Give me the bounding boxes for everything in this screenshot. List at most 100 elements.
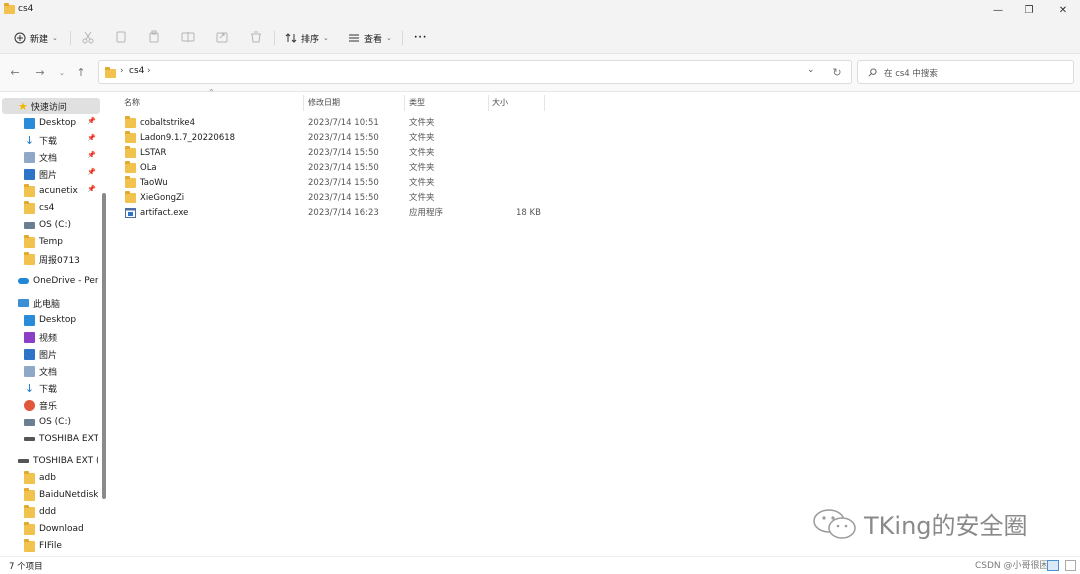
folder-icon [125, 191, 136, 203]
recent-chevron-icon[interactable]: ⌄ [55, 66, 69, 80]
table-row[interactable]: LSTAR 2023/7/14 15:50 文件夹 [122, 146, 552, 161]
details-view-icon[interactable] [1047, 560, 1059, 571]
table-row[interactable]: OLa 2023/7/14 15:50 文件夹 [122, 161, 552, 176]
sidebar-item-label: cs4 [39, 203, 55, 213]
sidebar-item-label: 文档 [39, 153, 58, 164]
sidebar-item-pc-downloads[interactable]: ↓ 下载 [0, 380, 98, 396]
sidebar-item-music[interactable]: 音乐 [0, 397, 98, 413]
address-dropdown-icon[interactable]: ⌄ [807, 65, 815, 75]
window-title: cs4 [18, 4, 34, 14]
forward-arrow-icon[interactable]: → [33, 66, 47, 80]
new-button[interactable]: 新建 ⌄ [14, 29, 58, 47]
view-button[interactable]: 查看 ⌄ [348, 29, 392, 47]
copy-icon[interactable] [113, 29, 129, 45]
sidebar-item-download[interactable]: Download [0, 521, 98, 537]
table-row[interactable]: cobaltstrike4 2023/7/14 10:51 文件夹 [122, 116, 552, 131]
minimize-button[interactable]: — [990, 4, 1006, 18]
sidebar-item-acunetix[interactable]: acunetix 📌 [0, 183, 98, 199]
file-modified: 2023/7/14 15:50 [308, 148, 379, 158]
breadcrumb-separator: › [120, 66, 124, 76]
close-button[interactable]: ✕ [1055, 4, 1071, 18]
sidebar-scrollbar[interactable] [102, 193, 106, 499]
maximize-button[interactable]: ❐ [1021, 4, 1037, 18]
table-row[interactable]: artifact.exe 2023/7/14 16:23 应用程序 18 KB [122, 206, 552, 221]
table-row[interactable]: TaoWu 2023/7/14 15:50 文件夹 [122, 176, 552, 191]
desktop-icon [24, 314, 35, 326]
back-arrow-icon[interactable]: ← [8, 66, 22, 80]
table-row[interactable]: Ladon9.1.7_20220618 2023/7/14 15:50 文件夹 [122, 131, 552, 146]
folder-icon [125, 176, 136, 188]
column-divider[interactable] [488, 95, 489, 111]
sidebar-item-pc-desktop[interactable]: Desktop [0, 312, 98, 328]
table-row[interactable]: XieGongZi 2023/7/14 15:50 文件夹 [122, 191, 552, 206]
sidebar-item-fifile[interactable]: FIFile [0, 538, 98, 554]
delete-icon[interactable] [248, 29, 264, 45]
address-row: ← → ⌄ ↑ › cs4 › ⌄ ↻ 在 cs4 中搜索 [0, 54, 1080, 92]
address-bar[interactable]: › cs4 › ⌄ [98, 60, 852, 84]
paste-icon[interactable] [146, 29, 162, 45]
sidebar-item-temp[interactable]: Temp [0, 234, 98, 250]
up-arrow-icon[interactable]: ↑ [74, 66, 88, 80]
sort-label: 排序 [301, 34, 320, 45]
cut-icon[interactable] [80, 29, 96, 45]
column-divider[interactable] [303, 95, 304, 111]
sidebar-item-weekly-report[interactable]: 周报0713 [0, 251, 98, 267]
sidebar-item-pc-os-c[interactable]: OS (C:) [0, 414, 98, 430]
file-name: XieGongZi [140, 193, 185, 203]
sidebar-item-quick-access[interactable]: ★ 快速访问 [2, 98, 100, 114]
new-label: 新建 [30, 34, 49, 45]
sidebar-item-ddd[interactable]: ddd [0, 504, 98, 520]
search-input[interactable]: 在 cs4 中搜索 [857, 60, 1074, 84]
file-name: artifact.exe [140, 208, 189, 218]
pin-icon: 📌 [87, 185, 96, 193]
sidebar-item-pc-toshiba[interactable]: TOSHIBA EXT ( [0, 431, 98, 447]
column-header-size[interactable]: 大小 [492, 95, 508, 111]
more-options-button[interactable]: ··· [414, 29, 427, 47]
column-header-name[interactable]: 名称 [124, 95, 140, 111]
sidebar-item-label: OneDrive - Perso [33, 276, 98, 286]
column-divider[interactable] [544, 95, 545, 111]
share-icon[interactable] [214, 29, 230, 45]
sidebar-item-label: adb [39, 473, 56, 483]
sidebar-item-pc-documents[interactable]: 文档 [0, 363, 98, 379]
folder-icon [24, 251, 35, 265]
file-modified: 2023/7/14 15:50 [308, 133, 379, 143]
refresh-icon[interactable]: ↻ [830, 66, 844, 80]
file-size: 18 KB [516, 208, 541, 218]
sidebar-item-toshiba[interactable]: TOSHIBA EXT (D [0, 453, 98, 469]
sidebar-item-cs4[interactable]: cs4 [0, 200, 98, 216]
column-divider[interactable] [404, 95, 405, 111]
folder-icon [24, 504, 35, 518]
divider [402, 31, 403, 45]
rename-icon[interactable] [180, 29, 196, 45]
sidebar-item-adb[interactable]: adb [0, 470, 98, 486]
folder-icon [24, 470, 35, 484]
sidebar-item-label: 音乐 [39, 401, 58, 412]
sidebar-item-label: Download [39, 524, 84, 534]
column-header-type[interactable]: 类型 [409, 95, 425, 111]
chevron-down-icon: ⌄ [323, 34, 329, 42]
watermark: TKing的安全圈 [812, 506, 1052, 542]
sidebar-item-label: ddd [39, 507, 57, 517]
file-modified: 2023/7/14 15:50 [308, 193, 379, 203]
sidebar-item-videos[interactable]: 视频 [0, 329, 98, 345]
search-icon [868, 68, 877, 77]
search-placeholder: 在 cs4 中搜索 [884, 69, 938, 79]
sidebar-item-onedrive[interactable]: OneDrive - Perso [0, 273, 98, 289]
sidebar-item-pictures[interactable]: 图片 📌 [0, 166, 98, 182]
sidebar-item-os-c[interactable]: OS (C:) [0, 217, 98, 233]
sidebar-item-downloads[interactable]: ↓ 下载 📌 [0, 132, 98, 148]
thumbnail-view-icon[interactable] [1065, 560, 1076, 571]
sidebar-item-desktop[interactable]: Desktop 📌 [0, 115, 98, 131]
breadcrumb-separator[interactable]: › [147, 66, 151, 76]
sidebar-item-documents[interactable]: 文档 📌 [0, 149, 98, 165]
sort-icon [285, 33, 297, 43]
breadcrumb-cs4[interactable]: cs4 [129, 66, 144, 76]
sort-button[interactable]: 排序 ⌄ [285, 29, 329, 47]
sidebar-item-baidunetdisk[interactable]: BaiduNetdiskD [0, 487, 98, 503]
column-header-modified[interactable]: 修改日期 [308, 95, 340, 111]
chevron-down-icon: ⌄ [52, 34, 58, 42]
sidebar-item-this-pc[interactable]: 此电脑 [0, 295, 98, 311]
folder-icon [24, 487, 35, 501]
sidebar-item-pc-pictures[interactable]: 图片 [0, 346, 98, 362]
